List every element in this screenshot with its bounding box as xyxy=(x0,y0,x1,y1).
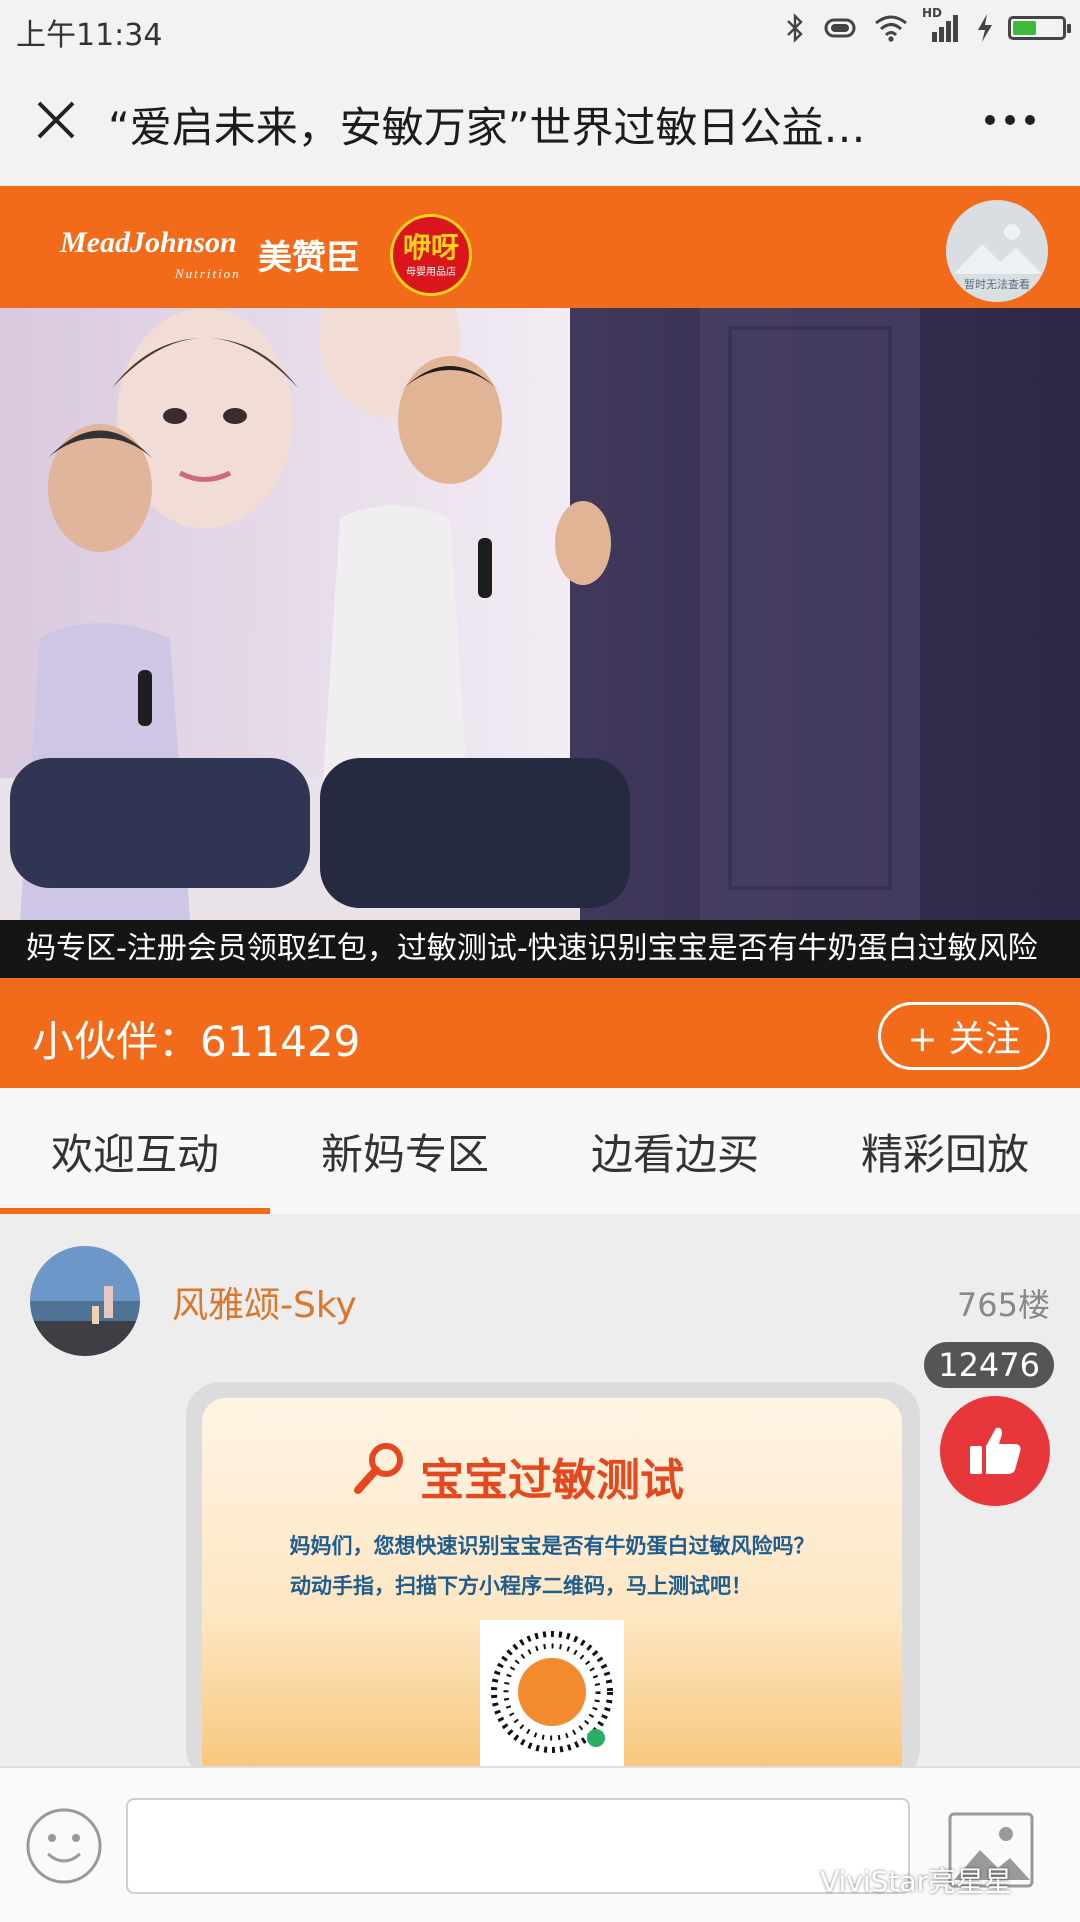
video-frame xyxy=(0,308,1080,920)
partners-bar: 小伙伴：611429 + 关注 xyxy=(0,978,1080,1088)
battery-icon xyxy=(1008,16,1071,40)
tab-watch-and-buy[interactable]: 边看边买 xyxy=(540,1088,810,1214)
mead-johnson-logo-sub: Nutrition xyxy=(175,266,241,281)
avatar[interactable] xyxy=(30,1246,140,1356)
beach-avatar-image xyxy=(30,1246,140,1356)
comment-username[interactable]: 风雅颂-Sky xyxy=(172,1276,357,1328)
signal-icon: HD xyxy=(922,6,962,44)
charging-icon xyxy=(978,14,992,42)
bluetooth-icon xyxy=(787,13,803,43)
status-bar: 上午11:34 HD xyxy=(0,0,1080,56)
baby-face-logo xyxy=(518,1658,586,1726)
thumbs-up-icon xyxy=(970,1427,1021,1474)
avatar-placeholder-text: 暂时无法查看 xyxy=(964,278,1030,291)
like-button[interactable] xyxy=(940,1396,1050,1506)
allergy-test-card[interactable]: 宝宝过敏测试 妈妈们，您想快速识别宝宝是否有牛奶蛋白过敏风险吗？ 动动手指，扫描… xyxy=(202,1398,902,1782)
follow-button[interactable]: + 关注 xyxy=(878,1002,1050,1070)
tab-bar: 欢迎互动 新妈专区 边看边买 精彩回放 xyxy=(0,1088,1080,1214)
more-icon-dot xyxy=(1005,115,1015,125)
more-icon-dot xyxy=(985,115,995,125)
title-bar: “爱启未来，安敏万家”世界过敏日公益… xyxy=(0,56,1080,186)
card-title: 宝宝过敏测试 xyxy=(420,1455,684,1506)
partners-count: 小伙伴：611429 xyxy=(32,1017,361,1066)
emoji-button[interactable] xyxy=(24,1806,104,1886)
mead-johnson-logo: MeadJohnson xyxy=(60,226,237,259)
card-line-1: 妈妈们，您想快速识别宝宝是否有牛奶蛋白过敏风险吗？ xyxy=(289,1534,815,1558)
comment-bubble: 宝宝过敏测试 妈妈们，您想快速识别宝宝是否有牛奶蛋白过敏风险吗？ 动动手指，扫描… xyxy=(186,1382,920,1782)
status-icons: HD xyxy=(784,6,1071,48)
vibrate-icon xyxy=(824,18,856,38)
page-title: “爱启未来，安敏万家”世界过敏日公益… xyxy=(108,103,866,152)
wifi-icon xyxy=(875,15,907,42)
like-count-badge: 12476 xyxy=(924,1342,1054,1388)
mini-program-qr-code[interactable] xyxy=(480,1620,624,1780)
emoji-icon xyxy=(26,1808,102,1884)
tab-new-moms[interactable]: 新妈专区 xyxy=(270,1088,540,1214)
tab-replay[interactable]: 精彩回放 xyxy=(810,1088,1080,1214)
close-button[interactable] xyxy=(22,86,90,154)
bottom-input-bar: ViviStar亮星星 xyxy=(0,1766,1080,1922)
more-icon-dot xyxy=(1025,115,1035,125)
comment-floor: 765楼 xyxy=(956,1286,1050,1324)
watermark: ViviStar亮星星 xyxy=(820,1865,1013,1898)
status-time: 上午11:34 xyxy=(16,18,163,53)
brand-banner: MeadJohnson Nutrition 美赞臣 咿呀 母婴用品店 暂时无法查… xyxy=(0,186,1080,308)
live-video[interactable] xyxy=(0,308,1080,920)
card-line-2: 动动手指，扫描下方小程序二维码，马上测试吧！ xyxy=(290,1574,752,1598)
mead-johnson-cn-name: 美赞臣 xyxy=(258,238,360,278)
tab-interaction[interactable]: 欢迎互动 xyxy=(0,1088,270,1214)
more-button[interactable] xyxy=(970,92,1050,148)
yaya-store-logo: 咿呀 母婴用品店 xyxy=(390,214,472,296)
scrolling-caption: 妈专区-注册会员领取红包，过敏测试-快速识别宝宝是否有牛奶蛋白过敏风险 xyxy=(0,920,1080,978)
yaya-logo-text: 咿呀 xyxy=(402,230,459,264)
host-avatar[interactable]: 暂时无法查看 xyxy=(946,200,1048,302)
yaya-logo-sub: 母婴用品店 xyxy=(406,266,456,278)
close-icon xyxy=(37,101,75,139)
comment-input[interactable] xyxy=(126,1798,910,1894)
